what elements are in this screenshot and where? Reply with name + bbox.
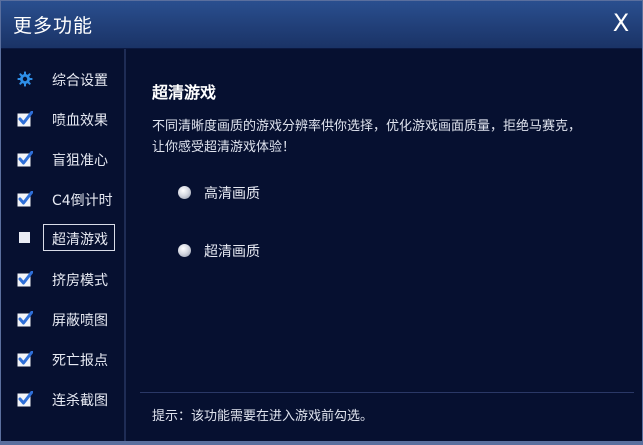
checkbox-checked-icon bbox=[17, 391, 33, 407]
sidebar-item-blind-crosshair[interactable]: 盲狙准心 bbox=[15, 145, 119, 174]
more-features-window: 更多功能 X 综合设置 喷血效果 盲狙准心 C4倒计时 超清游戏 挤房模式 屏蔽… bbox=[0, 0, 643, 445]
sidebar-item-room-squeeze[interactable]: 挤房模式 bbox=[15, 265, 119, 294]
sidebar-item-label: 挤房模式 bbox=[52, 273, 108, 289]
checkbox-checked-icon bbox=[17, 271, 33, 287]
sidebar-item-block-spray[interactable]: 屏蔽喷图 bbox=[15, 305, 119, 334]
sidebar-item-label: 综合设置 bbox=[52, 73, 108, 89]
radio-icon[interactable] bbox=[178, 244, 191, 257]
radio-label: 超清画质 bbox=[204, 244, 260, 260]
sidebar-item-label: 屏蔽喷图 bbox=[52, 313, 108, 329]
sidebar-item-c4-countdown[interactable]: C4倒计时 bbox=[15, 185, 119, 214]
checkbox-checked-icon bbox=[17, 311, 33, 327]
sidebar-item-general-settings[interactable]: 综合设置 bbox=[15, 65, 119, 94]
gear-icon bbox=[17, 71, 33, 87]
section-title: 超清游戏 bbox=[152, 83, 217, 102]
sidebar-item-label: 死亡报点 bbox=[52, 353, 108, 369]
radio-label: 高清画质 bbox=[204, 186, 260, 202]
radio-option-ultra-hd[interactable]: 超清画质 bbox=[178, 241, 338, 263]
sidebar-item-label: 超清游戏 bbox=[52, 232, 108, 248]
checkbox-checked-icon bbox=[17, 351, 33, 367]
sidebar-item-hd-game[interactable]: 超清游戏 bbox=[15, 224, 119, 253]
sidebar-item-label: C4倒计时 bbox=[52, 193, 113, 209]
radio-icon[interactable] bbox=[178, 186, 191, 199]
content-panel: 超清游戏 不同清晰度画质的游戏分辨率供你选择，优化游戏画面质量，拒绝马赛克，让你… bbox=[126, 49, 642, 441]
checkbox-checked-icon bbox=[17, 111, 33, 127]
divider bbox=[140, 392, 634, 393]
sidebar-item-death-report[interactable]: 死亡报点 bbox=[15, 345, 119, 374]
hint-text: 提示：该功能需要在进入游戏前勾选。 bbox=[152, 409, 374, 424]
close-button[interactable]: X bbox=[608, 10, 634, 36]
checkbox-checked-icon bbox=[17, 191, 33, 207]
sidebar-item-label: 连杀截图 bbox=[52, 393, 108, 409]
sidebar-item-blood-effect[interactable]: 喷血效果 bbox=[15, 105, 119, 134]
sidebar-item-label: 盲狙准心 bbox=[52, 153, 108, 169]
radio-option-hd[interactable]: 高清画质 bbox=[178, 183, 338, 205]
section-description: 不同清晰度画质的游戏分辨率供你选择，优化游戏画面质量，拒绝马赛克，让你感受超清游… bbox=[152, 119, 582, 155]
title-bar[interactable]: 更多功能 X bbox=[1, 1, 642, 49]
sidebar: 综合设置 喷血效果 盲狙准心 C4倒计时 超清游戏 挤房模式 屏蔽喷图 死亡报点… bbox=[1, 49, 126, 441]
window-title: 更多功能 bbox=[13, 15, 94, 37]
checkbox-checked-icon bbox=[17, 151, 33, 167]
sidebar-item-killstreak-screenshot[interactable]: 连杀截图 bbox=[15, 385, 119, 414]
sidebar-item-label: 喷血效果 bbox=[52, 113, 108, 129]
square-icon bbox=[19, 232, 30, 243]
